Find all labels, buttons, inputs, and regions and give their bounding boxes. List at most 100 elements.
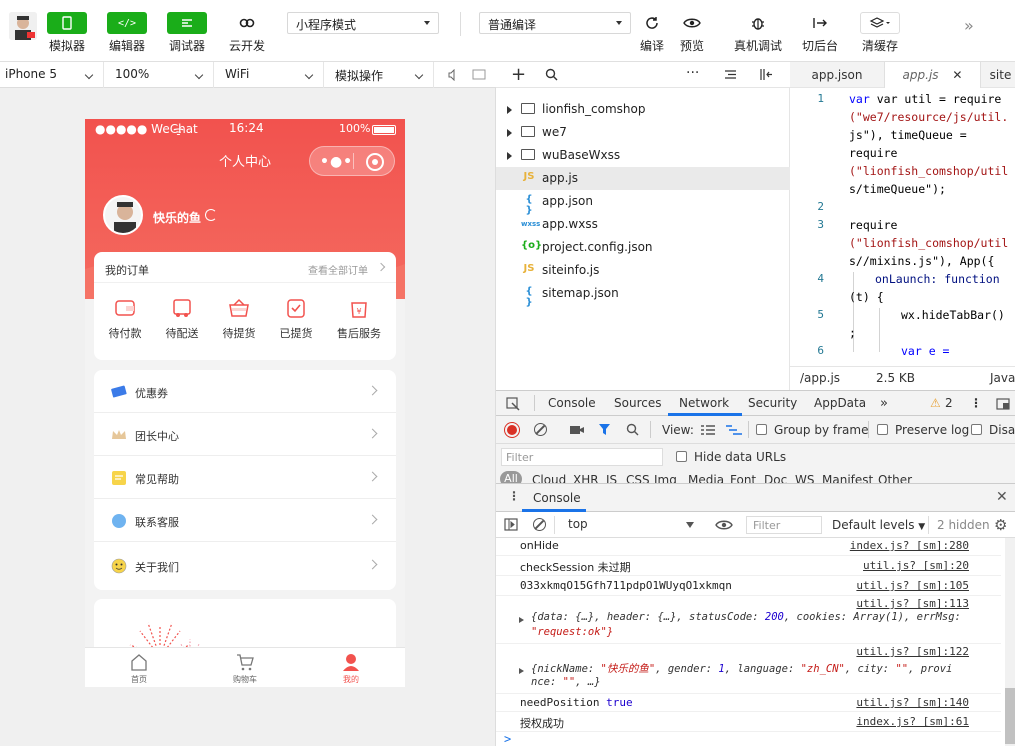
order-pending-delivery[interactable]: 待配送	[157, 296, 207, 341]
eye-icon[interactable]	[715, 519, 733, 531]
warning-icon[interactable]: ⚠	[930, 396, 941, 410]
compile-button[interactable]: 编译	[631, 12, 673, 54]
order-picked-up[interactable]: 已提货	[271, 296, 321, 341]
cloud-dev-button[interactable]: 云开发	[226, 12, 268, 54]
devtools-tab-appdata[interactable]: AppData	[814, 396, 866, 410]
tree-file-app-wxss[interactable]: wxss app.wxss	[496, 213, 790, 236]
source-link[interactable]: util.js? [sm]:122	[856, 645, 969, 658]
order-pending-payment[interactable]: 待付款	[100, 296, 150, 341]
tab-cart[interactable]: 购物车	[215, 652, 275, 685]
type-filter-css[interactable]: CSS	[626, 473, 650, 483]
type-filter-media[interactable]: Media	[688, 473, 724, 483]
filter-funnel-icon[interactable]	[598, 423, 611, 436]
user-avatar[interactable]	[9, 12, 37, 40]
tab-app-json[interactable]: app.json	[790, 62, 885, 88]
operation-select[interactable]: 模拟操作	[330, 62, 434, 88]
tree-file-siteinfo[interactable]: JS siteinfo.js	[496, 259, 790, 282]
background-button[interactable]: 切后台	[799, 12, 841, 54]
tree-file-project-config[interactable]: {o} project.config.json	[496, 236, 790, 259]
file-language[interactable]: Java	[990, 371, 1015, 385]
simulator-button[interactable]: 模拟器	[46, 12, 88, 54]
more-chevron-icon[interactable]: »	[964, 16, 974, 35]
type-filter-js[interactable]: JS	[606, 473, 617, 483]
close-miniprogram-icon[interactable]	[366, 153, 384, 171]
menu-item-coupons[interactable]: 优惠券	[94, 370, 396, 413]
default-levels-select[interactable]: Default levels ▼	[832, 518, 925, 532]
type-filter-xhr[interactable]: XHR	[573, 473, 599, 483]
console-drawer-tab[interactable]: Console	[533, 491, 581, 505]
tab-siteinfo[interactable]: site	[980, 62, 1015, 88]
menu-item-customer-service[interactable]: 联系客服	[94, 499, 396, 542]
source-link[interactable]: util.js? [sm]:113	[856, 597, 969, 610]
undock-icon[interactable]	[996, 398, 1010, 410]
warning-count[interactable]: 2	[945, 396, 953, 410]
record-icon[interactable]	[505, 423, 519, 437]
sidebar-toggle-icon[interactable]	[504, 518, 518, 531]
network-filter-input[interactable]: Filter	[501, 448, 663, 466]
type-filter-img[interactable]: Img	[654, 473, 677, 483]
close-drawer-icon[interactable]: ✕	[996, 489, 1008, 505]
kebab-menu-icon[interactable]: ⋮	[970, 396, 982, 410]
disable-cache-checkbox[interactable]	[971, 424, 982, 435]
compile-mode-select[interactable]: 普通编译	[479, 12, 631, 34]
source-link[interactable]: util.js? [sm]:20	[863, 559, 969, 572]
code-editor[interactable]: 1 var var util = require ("we7/resource/…	[790, 88, 1015, 366]
source-link[interactable]: util.js? [sm]:140	[856, 696, 969, 709]
devtools-tab-console[interactable]: Console	[548, 396, 596, 410]
list-view-icon[interactable]	[701, 425, 715, 435]
scrollbar-thumb[interactable]	[1005, 688, 1015, 744]
console-scrollbar[interactable]	[1005, 538, 1015, 746]
tab-home[interactable]: 首页	[109, 652, 169, 685]
tab-mine[interactable]: 我的	[321, 652, 381, 685]
type-filter-manifest[interactable]: Manifest	[822, 473, 873, 483]
group-by-frame-checkbox[interactable]	[756, 424, 767, 435]
tab-app-js[interactable]: app.js ✕	[885, 62, 980, 88]
order-pending-pickup[interactable]: 待提货	[214, 296, 264, 341]
type-filter-doc[interactable]: Doc	[764, 473, 787, 483]
source-link[interactable]: util.js? [sm]:105	[856, 579, 969, 592]
waterfall-view-icon[interactable]	[726, 425, 742, 435]
hide-data-urls-checkbox[interactable]	[676, 451, 687, 462]
order-after-sales[interactable]: ¥ 售后服务	[334, 296, 384, 341]
clear-icon[interactable]	[534, 423, 547, 436]
tree-file-app-json[interactable]: { } app.json	[496, 190, 790, 216]
more-tabs-icon[interactable]: »	[880, 396, 888, 411]
kebab-menu-icon[interactable]: ⋮	[508, 489, 520, 503]
search-icon[interactable]	[626, 423, 639, 436]
context-select[interactable]: top	[562, 514, 702, 534]
zoom-select[interactable]: 100%	[110, 62, 214, 88]
view-all-orders-link[interactable]: 查看全部订单	[308, 262, 368, 277]
debugger-button[interactable]: 调试器	[166, 12, 208, 54]
close-tab-icon[interactable]: ✕	[952, 68, 962, 82]
device-select[interactable]: iPhone 5	[0, 62, 104, 88]
remote-debug-button[interactable]: 真机调试	[734, 12, 782, 54]
screen-icon[interactable]	[472, 69, 486, 81]
refresh-icon[interactable]	[205, 209, 217, 221]
type-filter-cloud[interactable]: Cloud	[532, 473, 566, 483]
expand-triangle-icon[interactable]	[519, 617, 524, 623]
menu-item-leader-center[interactable]: 团长中心	[94, 413, 396, 456]
clear-console-icon[interactable]	[533, 518, 546, 531]
tree-file-app-js[interactable]: JS app.js	[496, 167, 790, 190]
gear-icon[interactable]: ⚙	[994, 516, 1007, 534]
add-file-icon[interactable]: +	[511, 64, 526, 85]
type-filter-ws[interactable]: WS	[795, 473, 814, 483]
tree-folder-lionfish[interactable]: lionfish_comshop	[496, 98, 790, 121]
expand-triangle-icon[interactable]	[519, 668, 524, 674]
user-avatar-large[interactable]	[103, 195, 143, 235]
preserve-log-checkbox[interactable]	[877, 424, 888, 435]
tree-folder-wubasewxss[interactable]: wuBaseWxss	[496, 144, 790, 167]
inspect-element-icon[interactable]	[506, 397, 520, 411]
menu-item-about[interactable]: 关于我们	[94, 542, 396, 590]
source-link[interactable]: index.js? [sm]:280	[850, 539, 969, 552]
editor-button[interactable]: </> 编辑器	[106, 12, 148, 54]
search-icon[interactable]	[545, 68, 558, 81]
tree-folder-we7[interactable]: we7	[496, 121, 790, 144]
collapse-icon[interactable]	[724, 69, 737, 80]
split-layout-icon[interactable]	[759, 68, 773, 81]
mode-select[interactable]: 小程序模式	[287, 12, 439, 34]
devtools-tab-network[interactable]: Network	[679, 396, 729, 410]
network-select[interactable]: WiFi	[220, 62, 324, 88]
preview-button[interactable]: 预览	[671, 12, 713, 54]
tree-file-sitemap[interactable]: { } sitemap.json	[496, 282, 790, 308]
